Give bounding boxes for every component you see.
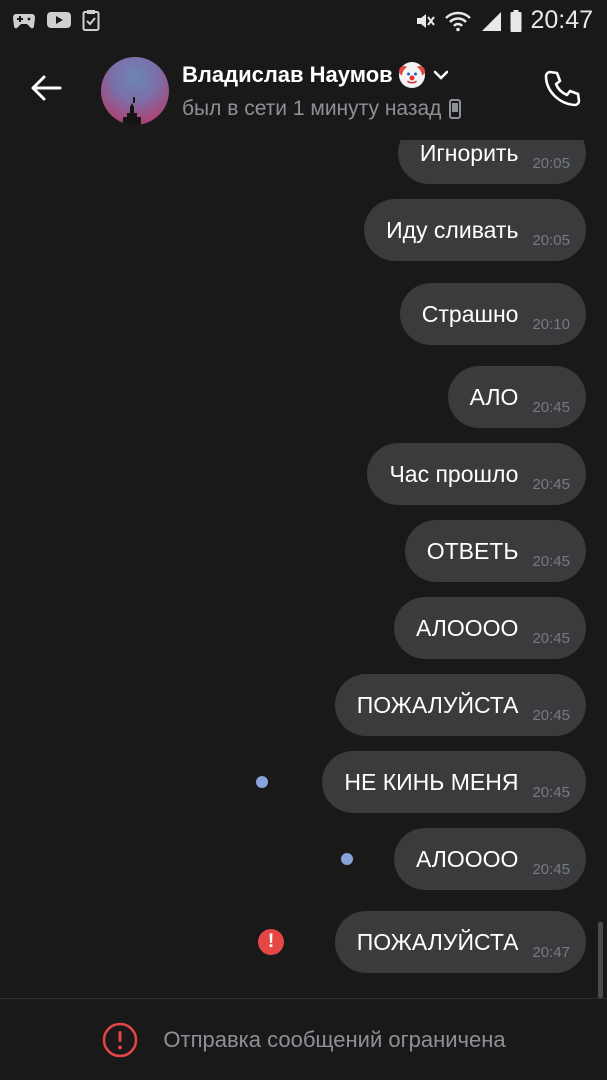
signal-icon	[482, 11, 502, 31]
message-text: Игнорить	[419, 140, 519, 166]
chevron-down-icon[interactable]	[431, 68, 451, 82]
unread-indicator	[256, 776, 268, 788]
message-text: АЛОООО	[415, 845, 519, 872]
message-text: ПОЖАЛУЙСТА	[356, 691, 519, 718]
message-text: ПОЖАЛУЙСТА	[356, 928, 519, 955]
contact-name: Владислав Наумов	[182, 62, 393, 87]
message-text: Иду сливать	[386, 216, 519, 243]
phone-call-icon[interactable]	[540, 66, 584, 110]
clown-emoji-icon	[398, 62, 425, 88]
message-bubble[interactable]: НЕ КИНЬ МЕНЯ 20:45	[322, 751, 586, 813]
message-time: 20:45	[532, 398, 570, 416]
message-text: Страшно	[421, 300, 519, 327]
send-error-icon[interactable]: !	[258, 929, 284, 955]
clipboard-check-icon	[82, 10, 100, 31]
mobile-device-icon	[449, 99, 462, 119]
message-time: 20:05	[532, 154, 570, 172]
clock: 20:47	[530, 6, 593, 34]
message-time: 20:45	[532, 860, 570, 878]
message-text: АЛОООО	[415, 614, 519, 641]
message-time: 20:45	[532, 783, 570, 801]
system-icons: 20:47	[414, 6, 593, 35]
scrollbar[interactable]	[598, 922, 603, 998]
message-bubble[interactable]: АЛОООО 20:45	[393, 828, 586, 890]
message-time: 20:47	[532, 943, 570, 961]
restriction-banner: Отправка сообщений ограничена	[0, 999, 607, 1080]
status-bar: 20:47	[0, 0, 607, 40]
message-text: АЛО	[469, 383, 519, 410]
online-status: был в сети 1 минуту назад	[182, 97, 462, 121]
back-arrow-icon[interactable]	[26, 68, 66, 108]
unread-indicator	[341, 853, 353, 865]
restriction-text: Отправка сообщений ограничена	[163, 1026, 506, 1052]
message-time: 20:10	[532, 315, 570, 333]
wifi-icon	[445, 11, 472, 31]
message-time: 20:05	[532, 231, 570, 249]
avatar[interactable]	[101, 57, 169, 125]
last-seen-text: был в сети 1 минуту назад	[182, 97, 442, 120]
message-text: Час прошло	[389, 460, 519, 487]
message-bubble[interactable]: Игнорить 20:05	[397, 140, 586, 184]
notification-icons	[12, 9, 100, 31]
message-bubble[interactable]: АЛО 20:45	[447, 366, 586, 428]
message-time: 20:45	[532, 552, 570, 570]
message-bubble[interactable]: ПОЖАЛУЙСТА 20:47	[334, 911, 586, 973]
message-time: 20:45	[532, 629, 570, 647]
message-bubble[interactable]: Час прошло 20:45	[367, 443, 586, 505]
youtube-icon	[47, 12, 71, 28]
message-list[interactable]: Игнорить 20:05 Иду сливать 20:05 Страшно…	[0, 140, 607, 998]
chat-header: Владислав Наумов был в сети 1 минуту наз…	[0, 40, 607, 140]
battery-icon	[510, 9, 522, 32]
message-bubble[interactable]: Иду сливать 20:05	[364, 199, 586, 261]
message-text: ОТВЕТЬ	[426, 537, 519, 564]
message-time: 20:45	[532, 475, 570, 493]
message-bubble[interactable]: ПОЖАЛУЙСТА 20:45	[334, 674, 586, 736]
message-bubble[interactable]: ОТВЕТЬ 20:45	[404, 520, 586, 582]
warning-circle-icon	[103, 1022, 138, 1057]
message-text: НЕ КИНЬ МЕНЯ	[344, 768, 519, 795]
message-bubble[interactable]: Страшно 20:10	[399, 283, 586, 345]
contact-title[interactable]: Владислав Наумов	[182, 62, 451, 88]
gamepad-icon	[13, 14, 35, 29]
mute-icon	[417, 13, 436, 28]
message-time: 20:45	[532, 706, 570, 724]
avatar-silhouette	[123, 97, 141, 125]
message-bubble[interactable]: АЛОООО 20:45	[393, 597, 586, 659]
